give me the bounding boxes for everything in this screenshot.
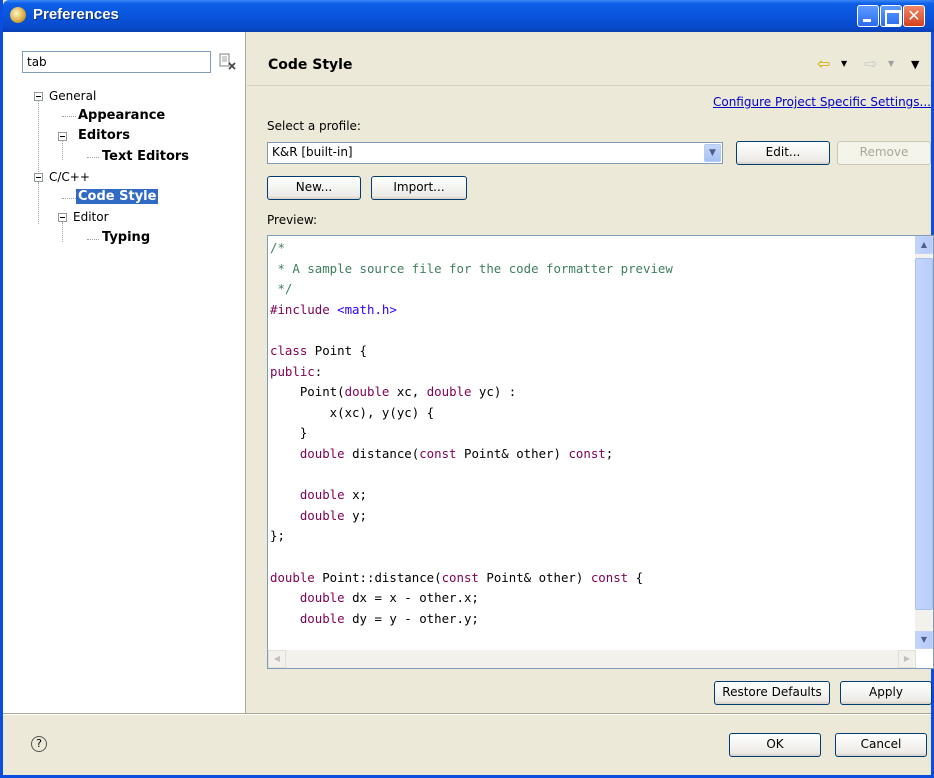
profile-select-value: K&R [built-in] (272, 145, 353, 159)
vertical-scrollbar[interactable]: ▲ ▼ (915, 236, 933, 649)
tree-item-appearance[interactable]: Appearance (78, 107, 165, 125)
scroll-left-icon[interactable]: ◀ (268, 650, 286, 668)
tree-item-label: General (49, 89, 97, 103)
code-line: Point(double xc, double yc) : (270, 384, 517, 400)
page-header: Code Style ⇦ ▼ ⇨ ▼ ▼ (247, 32, 931, 86)
apply-button[interactable]: Apply (840, 681, 932, 705)
code-line: x(xc), y(yc) { (270, 404, 435, 420)
remove-button[interactable]: Remove (837, 141, 931, 165)
code-line: double dx = x - other.x; (299, 590, 479, 606)
back-dropdown-icon[interactable]: ▼ (841, 59, 847, 68)
tree-item-label: Editors (78, 128, 130, 143)
tree-item-label: Typing (102, 230, 151, 245)
new-profile-button[interactable]: New... (267, 176, 361, 200)
code-style-page: Configure Project Specific Settings... S… (247, 87, 934, 713)
code-line: public: (270, 363, 323, 379)
tree-item-label: Code Style (76, 189, 159, 204)
tree-item-code-style[interactable]: Code Style (76, 188, 159, 206)
tree-connector (38, 100, 39, 178)
code-line: } (270, 425, 308, 441)
code-line: ​ (270, 547, 913, 568)
title-bar: Preferences ✕ (3, 0, 934, 32)
code-line: ​ (270, 465, 913, 486)
code-preview[interactable]: /* * A sample source file for the code f… (267, 235, 934, 669)
code-line: ​ (270, 320, 913, 341)
close-icon: ✕ (907, 6, 921, 25)
scroll-down-icon[interactable]: ▼ (915, 631, 933, 649)
help-icon[interactable]: ? (31, 736, 47, 752)
import-profile-button[interactable]: Import... (371, 176, 467, 200)
horizontal-scrollbar[interactable]: ◀ ▶ (268, 650, 916, 668)
window-title: Preferences (33, 6, 119, 23)
tree-item-label: Appearance (78, 108, 166, 123)
scroll-right-icon[interactable]: ▶ (898, 650, 916, 668)
code-preview-text: /* * A sample source file for the code f… (268, 238, 913, 648)
ok-button[interactable]: OK (729, 733, 821, 757)
configure-project-settings-link[interactable]: Configure Project Specific Settings... (713, 95, 931, 109)
minimize-button[interactable] (857, 5, 879, 27)
code-line: class Point { (270, 342, 367, 358)
collapse-icon[interactable] (58, 213, 67, 222)
view-menu-icon[interactable]: ▼ (911, 58, 919, 71)
collapse-icon[interactable] (34, 173, 43, 182)
tree-connector (87, 239, 99, 240)
tree-item-label: Text Editors (102, 149, 190, 164)
profile-label: Select a profile: (267, 119, 361, 133)
tree-connector (38, 182, 39, 224)
page-title: Code Style (268, 57, 353, 73)
tree-item-c-cpp[interactable]: C/C++ (34, 168, 90, 186)
maximize-button[interactable] (880, 5, 902, 27)
code-line: double x; (299, 487, 367, 503)
tree-item-typing[interactable]: Typing (102, 229, 150, 247)
code-line: */ (270, 281, 293, 297)
tree-item-label: Editor (73, 210, 109, 224)
tree-item-general[interactable]: General (34, 87, 96, 105)
code-line: #include <math.h> (270, 301, 397, 317)
chevron-down-icon[interactable]: ▼ (704, 144, 721, 162)
preview-label: Preview: (267, 213, 318, 227)
tree-item-label: C/C++ (49, 170, 90, 184)
close-button[interactable]: ✕ (903, 5, 925, 27)
forward-dropdown-icon[interactable]: ▼ (888, 59, 894, 68)
code-line: double dy = y - other.y; (299, 610, 479, 626)
tree-item-editors[interactable]: Editors (58, 127, 130, 145)
tree-item-text-editors[interactable]: Text Editors (102, 148, 189, 166)
code-line: /* (270, 240, 285, 255)
code-line: double Point::distance(const Point& othe… (270, 569, 644, 585)
cancel-button[interactable]: Cancel (835, 733, 927, 757)
scrollbar-thumb[interactable] (915, 258, 933, 610)
scroll-up-icon[interactable]: ▲ (915, 236, 933, 254)
code-line: double distance(const Point& other) cons… (299, 445, 614, 461)
clear-filter-icon[interactable] (218, 53, 238, 71)
tree-item-editor[interactable]: Editor (58, 208, 109, 226)
tree-connector (62, 198, 76, 199)
collapse-icon[interactable] (34, 92, 43, 101)
code-line: double y; (299, 507, 367, 523)
edit-button[interactable]: Edit... (736, 141, 830, 165)
profile-select[interactable]: K&R [built-in] ▼ (267, 142, 723, 164)
bottom-separator (3, 713, 931, 715)
restore-defaults-button[interactable]: Restore Defaults (714, 681, 830, 705)
collapse-icon[interactable] (58, 132, 67, 141)
minimize-icon (858, 6, 878, 26)
filter-input[interactable] (22, 51, 211, 73)
maximize-icon (881, 6, 901, 26)
back-arrow-icon[interactable]: ⇦ (817, 56, 837, 72)
tree-connector (62, 116, 76, 117)
tree-connector (87, 157, 99, 158)
code-line: }; (270, 528, 285, 544)
forward-arrow-icon[interactable]: ⇨ (864, 56, 884, 72)
preferences-icon (10, 7, 26, 23)
code-line: * A sample source file for the code form… (270, 260, 673, 276)
